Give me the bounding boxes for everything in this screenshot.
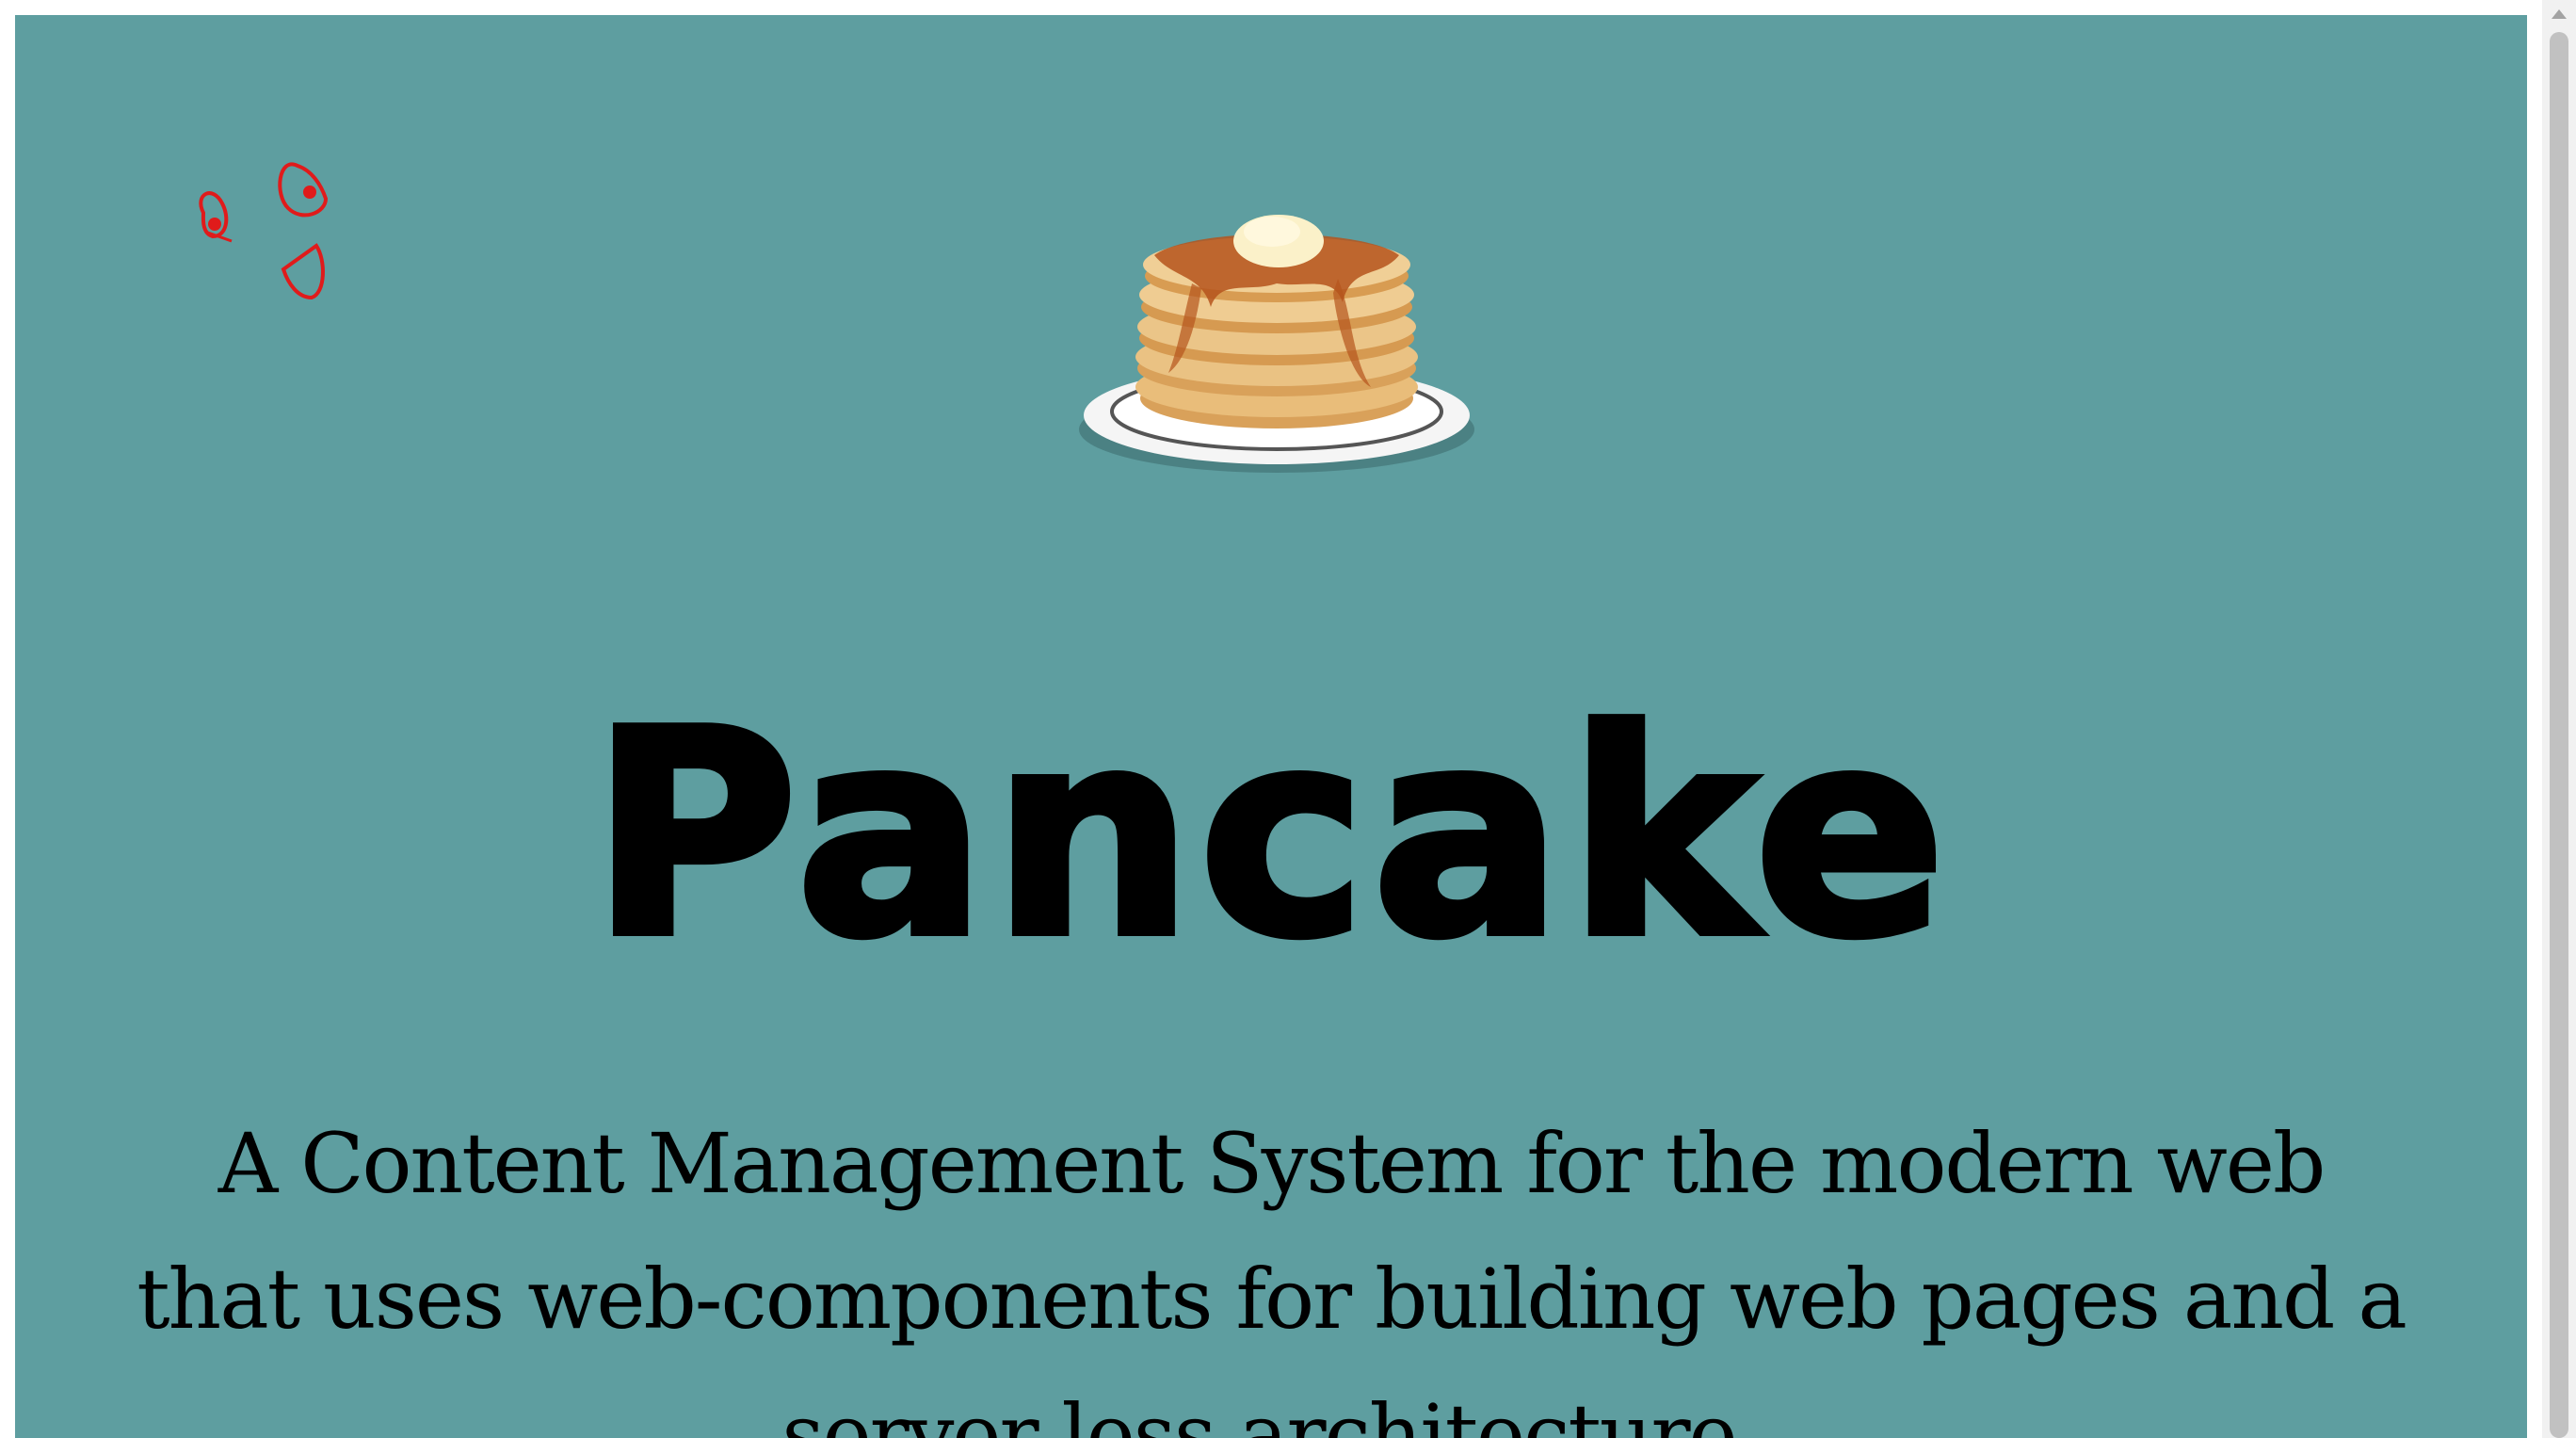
browser-viewport: Pancake A Content Management System for …	[0, 0, 2576, 1438]
page-tagline: A Content Management System for the mode…	[137, 1115, 2407, 1438]
doodle-face-icon	[199, 162, 329, 300]
pancake-stack-image	[1079, 215, 1474, 473]
vertical-scrollbar[interactable]	[2542, 0, 2576, 1438]
page-title: Pancake	[587, 671, 1952, 999]
scrollbar-thumb[interactable]	[2550, 32, 2568, 1438]
landing-page: Pancake A Content Management System for …	[15, 15, 2527, 1438]
scroll-up-icon[interactable]	[2552, 9, 2567, 19]
